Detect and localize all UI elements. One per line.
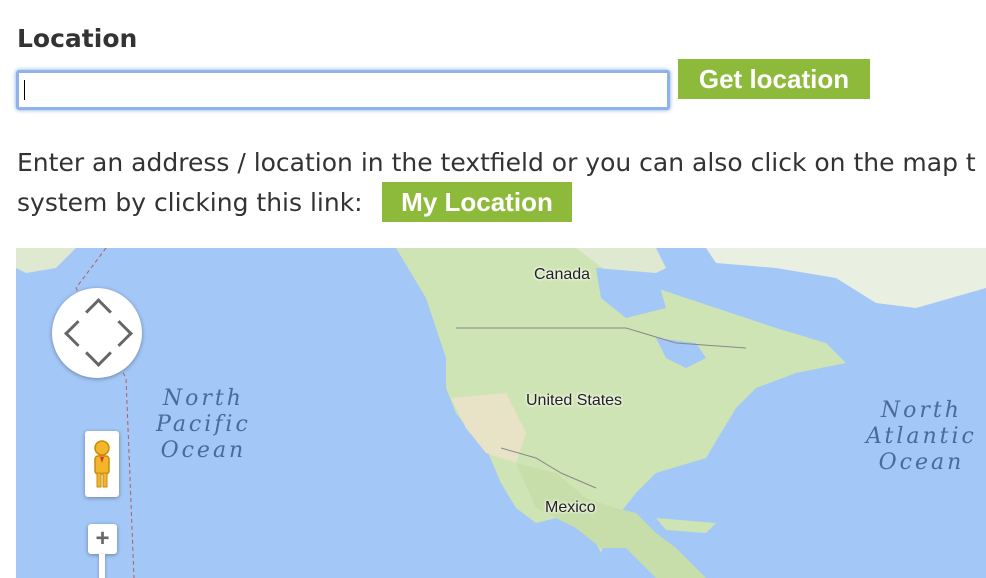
pegman-icon [94,440,110,488]
north-pacific-line-1: North [162,386,244,411]
mexico-label: Mexico [545,499,596,516]
north-atlantic-label: North Atlantic Ocean [866,398,977,476]
text-caret [24,80,25,100]
pan-control[interactable] [52,288,142,378]
street-view-pegman[interactable] [85,431,119,497]
north-pacific-line-2: Pacific [156,412,251,437]
united-states-label: United States [526,392,623,409]
north-atlantic-line-1: North [880,398,962,423]
pan-left-icon[interactable] [64,320,91,347]
north-pacific-label: North Pacific Ocean [156,386,251,464]
map-canvas[interactable]: North Pacific Ocean North Atlantic Ocean… [16,248,986,578]
get-location-button[interactable]: Get location [678,59,870,99]
location-label: Location [17,24,138,53]
canada-label: Canada [534,266,591,283]
zoom-slider-track[interactable] [99,554,105,578]
zoom-in-button[interactable]: + [88,524,117,554]
north-atlantic-line-2: Atlantic [866,424,977,449]
instructions-line-1: Enter an address / location in the textf… [17,148,976,177]
my-location-link[interactable]: My Location [382,182,572,222]
north-pacific-line-3: Ocean [160,438,247,463]
location-input[interactable] [16,70,670,110]
pan-up-icon[interactable] [85,298,112,325]
pan-right-icon[interactable] [106,320,133,347]
north-atlantic-line-3: Ocean [878,450,965,475]
pan-down-icon[interactable] [85,340,112,367]
